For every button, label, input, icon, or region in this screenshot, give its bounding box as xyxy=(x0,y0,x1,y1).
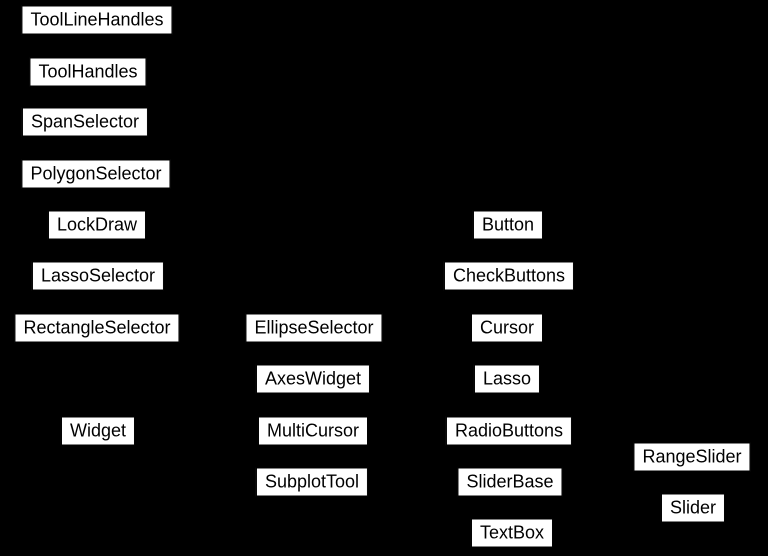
node-tool-line-handles: ToolLineHandles xyxy=(21,6,172,35)
node-axes-widget: AxesWidget xyxy=(256,365,370,394)
diagram-stage: ToolLineHandles ToolHandles SpanSelector… xyxy=(0,0,768,556)
node-widget: Widget xyxy=(61,417,135,446)
node-lock-draw: LockDraw xyxy=(48,211,146,240)
node-button: Button xyxy=(473,211,543,240)
edge xyxy=(332,394,494,519)
node-ellipse-selector: EllipseSelector xyxy=(245,314,382,343)
edge xyxy=(135,440,256,469)
node-check-buttons: CheckButtons xyxy=(444,262,574,291)
node-radio-buttons: RadioButtons xyxy=(446,417,572,446)
node-slider-base: SliderBase xyxy=(457,468,562,497)
node-tool-handles: ToolHandles xyxy=(29,58,146,87)
edge xyxy=(368,337,471,364)
node-lasso-selector: LassoSelector xyxy=(32,262,164,291)
edge xyxy=(563,489,661,503)
node-rectangle-selector: RectangleSelector xyxy=(14,314,179,343)
edge xyxy=(135,393,256,422)
node-cursor: Cursor xyxy=(471,314,543,343)
edge xyxy=(331,240,489,365)
node-range-slider: RangeSlider xyxy=(633,443,750,472)
node-polygon-selector: PolygonSelector xyxy=(21,160,170,189)
edge xyxy=(563,465,634,475)
edge xyxy=(368,394,455,417)
node-subplot-tool: SubplotTool xyxy=(256,468,368,497)
node-span-selector: SpanSelector xyxy=(22,108,148,137)
node-multi-cursor: MultiCursor xyxy=(258,417,368,446)
node-lasso: Lasso xyxy=(474,365,540,394)
node-text-box: TextBox xyxy=(471,519,553,548)
node-slider: Slider xyxy=(661,494,725,523)
edge xyxy=(158,343,256,366)
